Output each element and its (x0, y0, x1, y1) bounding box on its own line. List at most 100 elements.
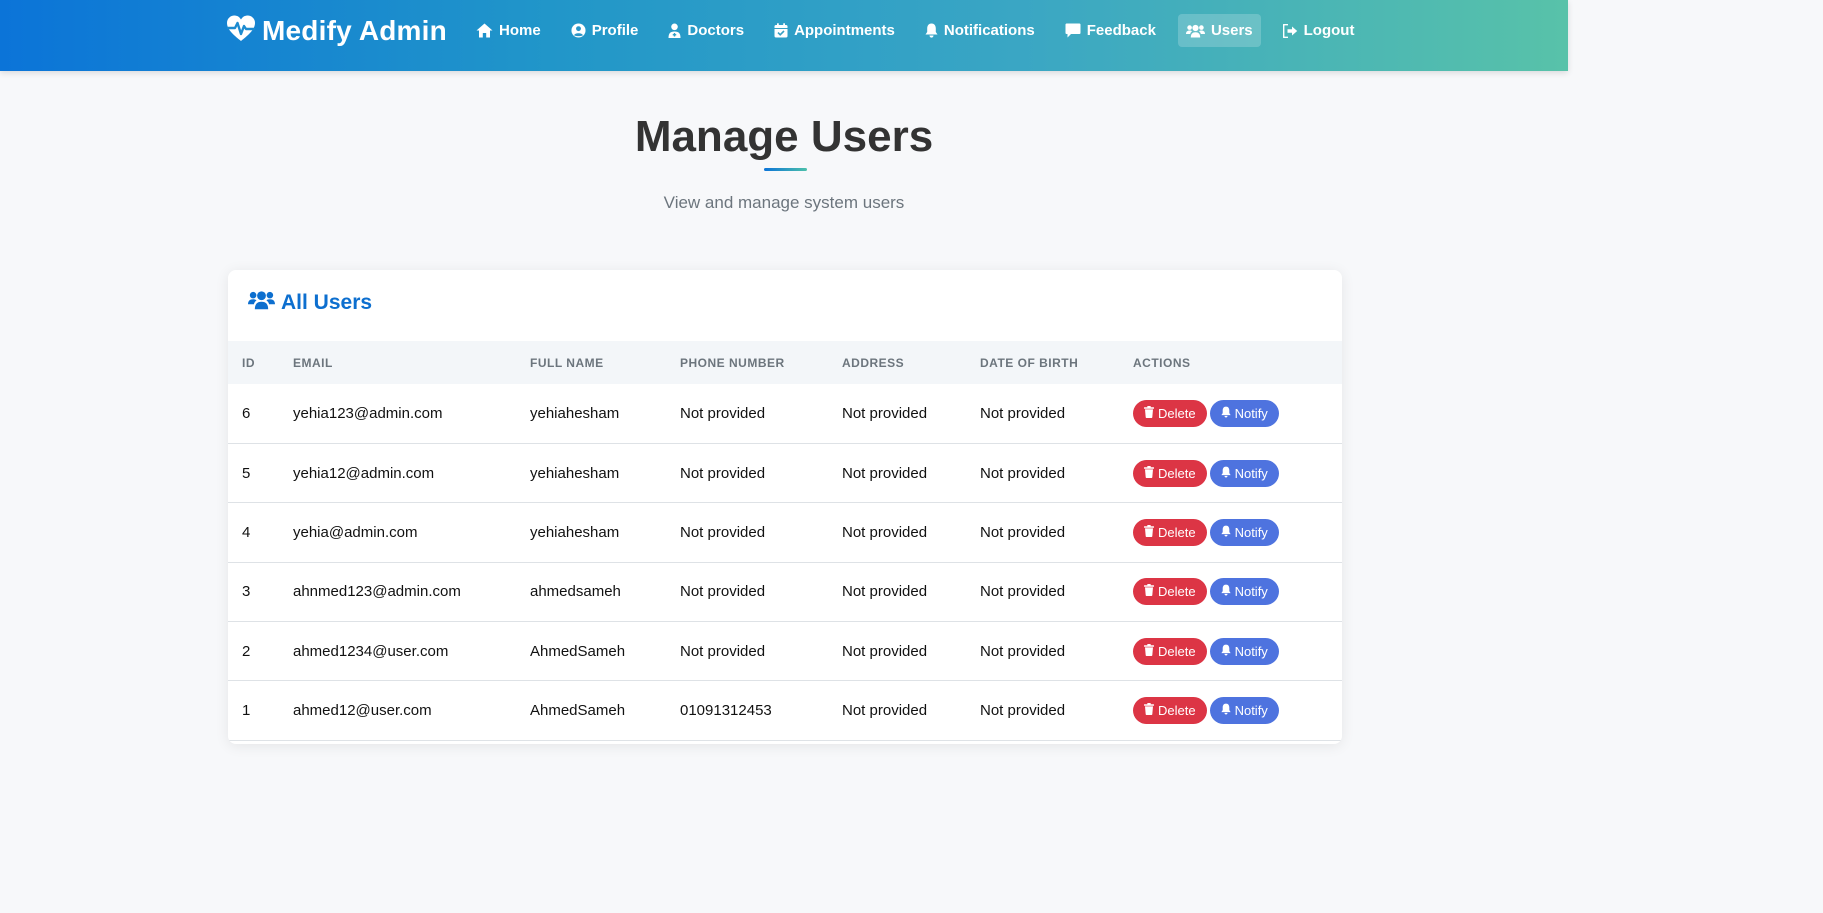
delete-button[interactable]: Delete (1133, 637, 1207, 665)
cell-date-of-birth: Not provided (980, 702, 1066, 720)
bell-icon (1220, 584, 1231, 599)
delete-button[interactable]: Delete (1133, 578, 1207, 606)
nav-item-label: Home (499, 22, 541, 39)
delete-button[interactable]: Delete (1133, 518, 1207, 546)
cell-address: Not provided (842, 523, 928, 541)
bell-icon (1220, 525, 1231, 540)
delete-button-label: Delete (1158, 524, 1196, 540)
trash-icon (1144, 524, 1154, 540)
table-row: 3 ahnmed123@admin.com ahmedsameh Not provid… (228, 562, 1342, 622)
nav-item-feedback[interactable]: Feedback (1057, 14, 1164, 47)
delete-button-label: Delete (1158, 643, 1196, 659)
cell-date-of-birth: Not provided (980, 523, 1066, 541)
cell-date-of-birth: Not provided (980, 583, 1066, 601)
brand[interactable]: Medify Admin (226, 15, 447, 47)
delete-button[interactable]: Delete (1133, 697, 1207, 725)
trash-icon (1144, 465, 1154, 481)
notify-button[interactable]: Notify (1209, 399, 1279, 427)
nav-item-label: Users (1210, 22, 1253, 39)
cell-actions: Delete Notify (1133, 443, 1342, 502)
column-header-date-of-birth: DATE OF BIRTH (980, 355, 1079, 370)
cell-actions: Delete Notify (1133, 384, 1342, 443)
cell-id: 4 (242, 523, 251, 541)
notify-button-label: Notify (1234, 643, 1268, 659)
cell-id: 6 (242, 404, 251, 422)
delete-button-label: Delete (1158, 405, 1196, 421)
page-subtitle: View and manage system users (663, 193, 905, 212)
cell-actions: Delete Notify (1133, 622, 1342, 681)
nav-item-label: Profile (591, 22, 639, 39)
nav-item-doctors[interactable]: Doctors (660, 14, 752, 47)
home-icon (476, 23, 493, 38)
cell-phone-number: 01091312453 (680, 702, 772, 720)
cell-actions: Delete Notify (1133, 681, 1342, 740)
cell-phone-number: Not provided (680, 583, 766, 601)
column-header-email: EMAIL (293, 355, 333, 370)
nav-item-appointments[interactable]: Appointments (766, 14, 903, 47)
cell-actions: Delete Notify (1133, 562, 1342, 621)
notify-button[interactable]: Notify (1209, 578, 1279, 606)
trash-icon (1144, 643, 1154, 659)
user-doctor-icon (668, 23, 681, 38)
notify-button-label: Notify (1234, 584, 1268, 600)
cell-phone-number: Not provided (680, 464, 766, 482)
cell-address: Not provided (842, 583, 928, 601)
cell-actions: Delete Notify (1133, 503, 1342, 562)
table-row: 4 yehia@admin.com yehiahesham Not provided N… (228, 503, 1342, 563)
delete-button-label: Delete (1158, 703, 1196, 719)
top-navbar: Medify Admin Home Profile Doctors Appoin… (0, 0, 1568, 71)
cell-date-of-birth: Not provided (980, 642, 1066, 660)
nav-item-home[interactable]: Home (468, 14, 549, 47)
delete-button-label: Delete (1158, 465, 1196, 481)
column-header-phone-number: PHONE NUMBER (680, 355, 785, 370)
delete-button[interactable]: Delete (1133, 399, 1207, 427)
cell-date-of-birth: Not provided (980, 404, 1066, 422)
nav-item-users[interactable]: Users (1177, 14, 1261, 47)
notify-button-label: Notify (1234, 703, 1268, 719)
table-row: 6 yehia123@admin.com yehiahesham Not provid… (228, 384, 1342, 444)
sign-out-icon (1282, 23, 1298, 38)
cell-date-of-birth: Not provided (980, 464, 1066, 482)
cell-id: 3 (242, 583, 251, 601)
card-title: All Users (281, 291, 373, 314)
notify-button[interactable]: Notify (1209, 518, 1279, 546)
heart-pulse-icon (226, 15, 256, 47)
notify-button-label: Notify (1234, 405, 1268, 421)
nav-item-profile[interactable]: Profile (563, 14, 647, 47)
cell-phone-number: Not provided (680, 642, 766, 660)
cell-full-name: yehiahesham (530, 523, 620, 541)
notify-button[interactable]: Notify (1209, 459, 1279, 487)
cell-address: Not provided (842, 404, 928, 422)
brand-name: Medify Admin (262, 15, 447, 46)
nav-item-notifications[interactable]: Notifications (917, 14, 1043, 47)
nav-item-label: Doctors (687, 22, 745, 39)
notify-button[interactable]: Notify (1209, 697, 1279, 725)
page-title: Manage Users (634, 112, 934, 161)
table-row: 2 ahmed1234@user.com AhmedSameh Not provide… (228, 622, 1342, 681)
nav-item-label: Logout (1303, 22, 1355, 39)
notify-button[interactable]: Notify (1209, 637, 1279, 665)
main-nav: Home Profile Doctors Appointments Notifi… (468, 14, 1376, 47)
trash-icon (1144, 405, 1154, 421)
cell-phone-number: Not provided (680, 404, 766, 422)
users-table-body: 6 yehia123@admin.com yehiahesham Not provid… (228, 384, 1342, 741)
cell-phone-number: Not provided (680, 523, 766, 541)
cell-id: 2 (242, 642, 251, 660)
cell-id: 1 (242, 702, 251, 720)
bell-icon (1220, 703, 1231, 718)
delete-button[interactable]: Delete (1133, 459, 1207, 487)
users-icon (248, 290, 275, 316)
cell-address: Not provided (842, 642, 928, 660)
bell-icon (1220, 406, 1231, 421)
bell-icon (1220, 466, 1231, 481)
card-header: All Users (248, 290, 372, 316)
users-icon (1185, 24, 1205, 38)
cell-email: ahmed1234@user.com (293, 642, 449, 660)
cell-address: Not provided (842, 464, 928, 482)
cell-full-name: AhmedSameh (530, 642, 626, 660)
column-header-id: ID (242, 355, 255, 370)
users-table: ID EMAIL FULL NAME PHONE NUMBER ADDRESS … (228, 341, 1342, 741)
nav-item-logout[interactable]: Logout (1275, 14, 1363, 47)
cell-email: ahnmed123@admin.com (293, 583, 461, 601)
cell-email: yehia12@admin.com (293, 464, 435, 482)
